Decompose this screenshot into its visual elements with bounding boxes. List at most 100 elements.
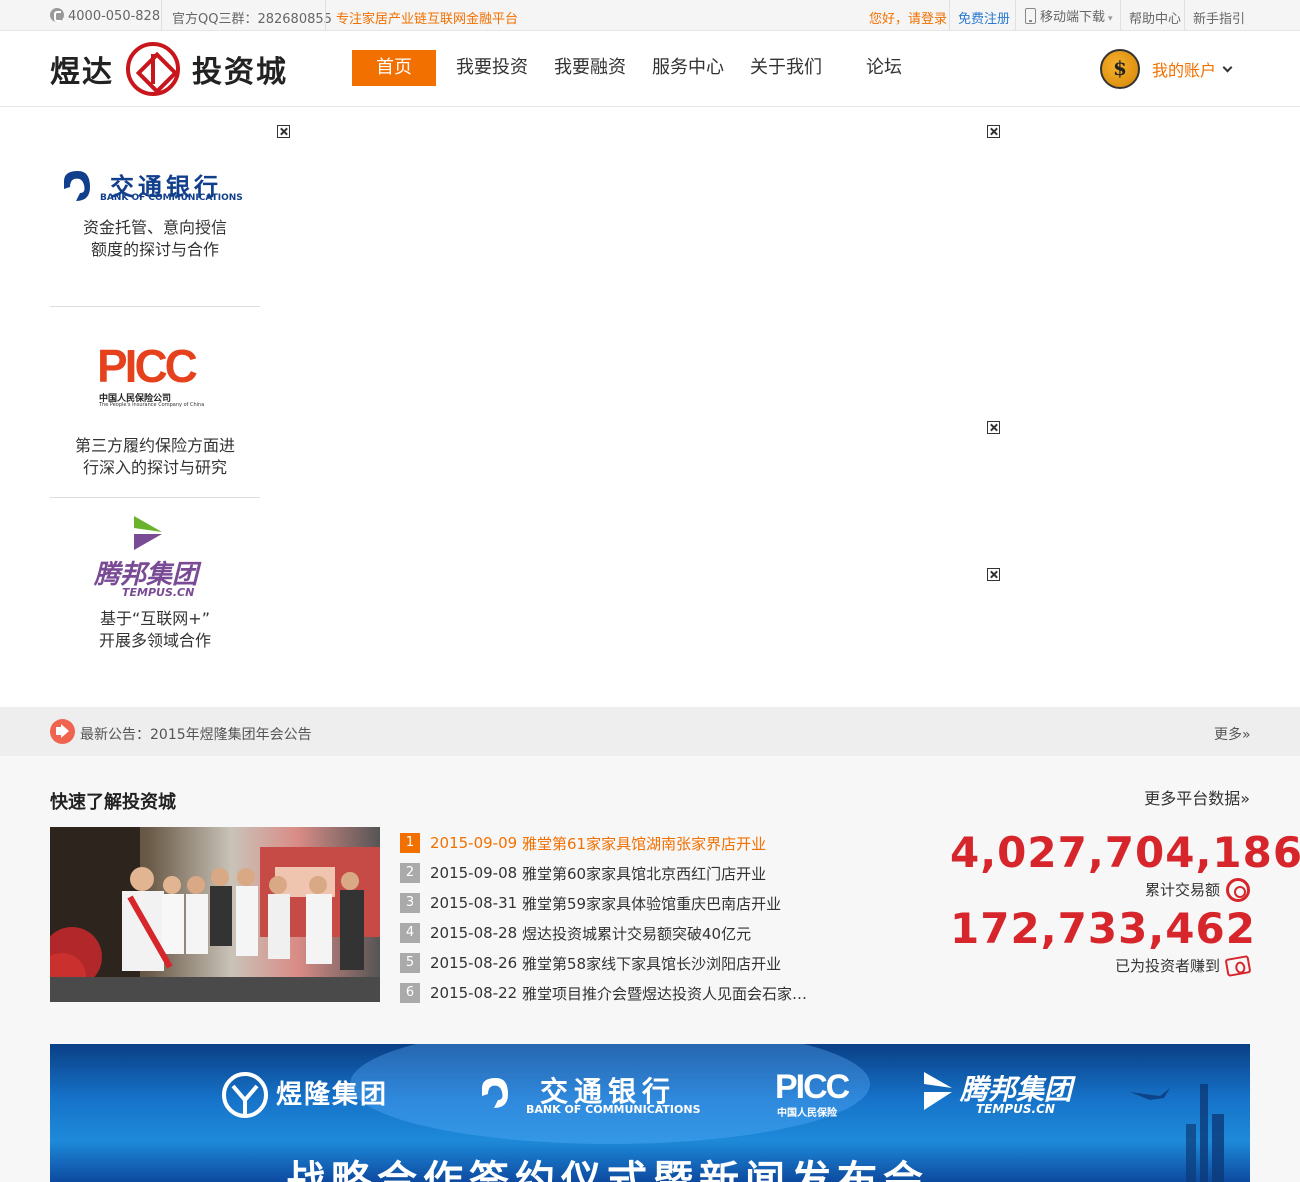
mobile-phone-icon bbox=[1025, 8, 1036, 24]
news-index: 6 bbox=[400, 983, 420, 1003]
news-item[interactable]: 4 2015-08-28 煜达投资城累计交易额突破40亿元 bbox=[400, 918, 820, 948]
investor-earnings-label: 已为投资者赚到 bbox=[1114, 957, 1220, 975]
news-photo[interactable] bbox=[50, 827, 380, 1002]
nav-service-center[interactable]: 服务中心 bbox=[648, 50, 728, 86]
nav-about-us[interactable]: 关于我们 bbox=[746, 50, 826, 86]
news-date: 2015-08-22 bbox=[430, 984, 518, 1002]
partner-tempus[interactable]: 腾邦集团 TEMPUS.CN 基于“互联网+” 开展多领域合作 bbox=[50, 498, 260, 706]
news-item[interactable]: 2 2015-09-08 雅堂第60家家具馆北京西红门店开业 bbox=[400, 858, 820, 888]
desc-line: 资金托管、意向授信 bbox=[82, 218, 227, 237]
news-index: 1 bbox=[400, 833, 420, 853]
desc-line: 额度的探讨与合作 bbox=[90, 240, 219, 259]
my-account-menu[interactable]: $ 我的账户 bbox=[1100, 49, 1233, 89]
logo-text-right: 投资城 bbox=[192, 55, 288, 90]
news-list: 1 2015-09-09 雅堂第61家家具馆湖南张家界店开业 2 2015-09-08… bbox=[400, 828, 820, 1008]
news-date: 2015-08-28 bbox=[430, 924, 518, 942]
news-title: 雅堂第58家线下家具馆长沙浏阳店开业 bbox=[522, 954, 782, 973]
investor-earnings-label-row: 已为投资者赚到 bbox=[950, 954, 1252, 978]
logo-text-left: 煜达 bbox=[50, 55, 114, 90]
investor-earnings-amount: 172,733,462 bbox=[950, 904, 1256, 953]
nav-invest[interactable]: 我要投资 bbox=[452, 50, 532, 86]
news-item[interactable]: 6 2015-08-22 雅堂项目推介会暨煜达投资人见面会石家庄站... bbox=[400, 978, 820, 1008]
news-index: 3 bbox=[400, 893, 420, 913]
picc-logo: PICC bbox=[97, 340, 198, 392]
news-date: 2015-09-08 bbox=[430, 864, 518, 882]
divider bbox=[161, 0, 162, 31]
nav-financing[interactable]: 我要融资 bbox=[550, 50, 630, 86]
news-title: 雅堂第61家家具馆湖南张家界店开业 bbox=[522, 834, 767, 853]
desc-line: 第三方履约保险方面进 bbox=[74, 436, 235, 455]
login-link[interactable]: 您好，请登录 bbox=[869, 8, 947, 27]
picc-logo-sub-en: The People's Insurance Company of China bbox=[99, 402, 205, 408]
news-index: 5 bbox=[400, 953, 420, 973]
tempus-logo-mark bbox=[134, 516, 162, 550]
top-bar: 4000-050-828 官方QQ三群：282680855 专注家居产业链互联网… bbox=[0, 0, 1300, 31]
main-header: 煜达 投资城 首页 我要投资 我要融资 服务中心 关于我们 论坛 $ 我的账户 bbox=[0, 31, 1300, 107]
qq-group: 官方QQ三群：282680855 bbox=[172, 12, 332, 27]
divider bbox=[1015, 0, 1016, 31]
news-index: 4 bbox=[400, 923, 420, 943]
broken-image-icon bbox=[987, 125, 1000, 138]
tempus-banner-icon bbox=[924, 1072, 952, 1110]
logo-seal-icon bbox=[126, 42, 180, 96]
desc-line: 开展多领域合作 bbox=[98, 631, 211, 650]
quick-overview-section: 快速了解投资城 更多平台数据» 1 2015-09-09 雅堂第61家家具馆湖南… bbox=[0, 756, 1300, 1182]
banner-brand-yulong: 煜隆集团 bbox=[276, 1080, 389, 1110]
coin-icon bbox=[1226, 878, 1250, 902]
money-icon bbox=[1224, 955, 1252, 977]
news-item[interactable]: 5 2015-08-26 雅堂第58家线下家具馆长沙浏阳店开业 bbox=[400, 948, 820, 978]
ceremony-photo bbox=[50, 827, 380, 1002]
news-date: 2015-09-09 bbox=[430, 834, 518, 852]
account-avatar: $ bbox=[1100, 49, 1140, 89]
dollar-icon: $ bbox=[1113, 56, 1127, 80]
news-title: 煜达投资城累计交易额突破40亿元 bbox=[522, 924, 752, 943]
divider bbox=[1120, 0, 1121, 31]
desc-line: 行深入的探讨与研究 bbox=[82, 458, 227, 477]
news-title: 雅堂项目推介会暨煜达投资人见面会石家庄站... bbox=[522, 984, 812, 1003]
divider bbox=[949, 0, 950, 31]
news-title: 雅堂第59家家具体验馆重庆巴南店开业 bbox=[522, 894, 782, 913]
phone-icon bbox=[50, 8, 64, 22]
news-date: 2015-08-31 bbox=[430, 894, 518, 912]
platform-stats: 4,027,704,186 累计交易额 172,733,462 已为投资者赚到 bbox=[950, 784, 1300, 978]
broken-image-icon bbox=[277, 125, 290, 138]
banner-brand-bocom-en: BANK OF COMMUNICATIONS bbox=[526, 1103, 701, 1116]
beginner-guide-link[interactable]: 新手指引 bbox=[1193, 8, 1245, 27]
divider bbox=[325, 0, 326, 31]
register-link[interactable]: 免费注册 bbox=[958, 8, 1010, 27]
promo-banner[interactable]: 煜隆集团 交通银行 BANK OF COMMUNICATIONS PICC 中国… bbox=[50, 1044, 1250, 1182]
slogan: 专注家居产业链互联网金融平台 bbox=[336, 12, 519, 27]
mobile-download-link[interactable]: 移动端下载 ▾ bbox=[1025, 6, 1113, 25]
banner-headline: 战略合作签约仪式暨新闻发布会 bbox=[285, 1158, 929, 1182]
latest-announcement-link[interactable]: 最新公告：2015年煜隆集团年会公告 bbox=[80, 724, 312, 744]
broken-image-icon bbox=[987, 421, 1000, 434]
nav-forum[interactable]: 论坛 bbox=[862, 50, 906, 86]
news-item[interactable]: 3 2015-08-31 雅堂第59家家具体验馆重庆巴南店开业 bbox=[400, 888, 820, 918]
partner-desc: 第三方履约保险方面进 行深入的探讨与研究 bbox=[50, 435, 260, 479]
news-item[interactable]: 1 2015-09-09 雅堂第61家家具馆湖南张家界店开业 bbox=[400, 828, 820, 858]
divider bbox=[1184, 0, 1185, 31]
my-account-label: 我的账户 bbox=[1152, 61, 1217, 80]
partner-desc: 资金托管、意向授信 额度的探讨与合作 bbox=[50, 217, 260, 261]
help-center-link[interactable]: 帮助中心 bbox=[1129, 8, 1181, 27]
section-title: 快速了解投资城 bbox=[50, 792, 176, 813]
announcement-bar: 最新公告：2015年煜隆集团年会公告 更多» bbox=[0, 707, 1300, 756]
partner-desc: 基于“互联网+” 开展多领域合作 bbox=[50, 608, 260, 652]
nav-home[interactable]: 首页 bbox=[352, 50, 436, 86]
news-title: 雅堂第60家家具馆北京西红门店开业 bbox=[522, 864, 767, 883]
total-transaction-label: 累计交易额 bbox=[1144, 881, 1220, 899]
megaphone-icon bbox=[50, 719, 75, 744]
broken-image-icon bbox=[987, 568, 1000, 581]
hotline: 4000-050-828 bbox=[50, 8, 160, 24]
yulong-group-logo-icon bbox=[222, 1072, 268, 1118]
news-date: 2015-08-26 bbox=[430, 954, 518, 972]
site-logo[interactable]: 煜达 投资城 bbox=[50, 41, 288, 97]
total-transaction-amount: 4,027,704,186 bbox=[950, 828, 1300, 877]
partner-picc[interactable]: PICC 中国人民保险公司 The People's Insurance Com… bbox=[50, 307, 260, 498]
partner-bank-of-communications[interactable]: 交通银行 BANK OF COMMUNICATIONS 资金托管、意向授信 额度的… bbox=[50, 107, 260, 307]
more-announcements-link[interactable]: 更多» bbox=[1214, 724, 1251, 744]
banner-brand-picc: PICC bbox=[775, 1068, 850, 1106]
banner-brand-picc-sub: 中国人民保险 bbox=[777, 1108, 837, 1119]
banner-brand-tempus-en: TEMPUS.CN bbox=[976, 1102, 1055, 1116]
total-transaction-label-row: 累计交易额 bbox=[950, 878, 1250, 902]
